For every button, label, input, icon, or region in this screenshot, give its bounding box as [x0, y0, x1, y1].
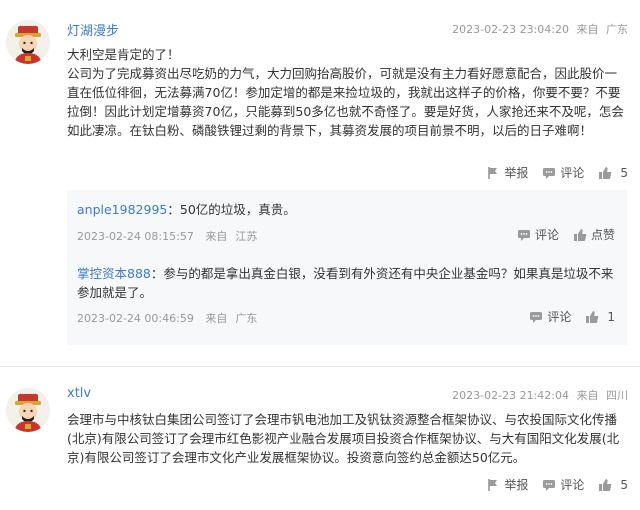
reply-list: anple1982995：50亿的垃圾，真贵。 2023-02-24 08:15…	[67, 190, 627, 345]
reply-location: 广东	[235, 312, 258, 325]
post-content-body: 公司为了完成募资出尽吃奶的力气，大力回购抬高股价，可就是没有主力看好愿意配合，因…	[67, 66, 624, 138]
report-label: 举报	[504, 478, 529, 492]
report-button[interactable]: 举报	[486, 164, 528, 181]
reply-meta: 2023-02-24 08:15:57 来自 江苏	[77, 228, 265, 244]
reply-item: anple1982995：50亿的垃圾，真贵。 2023-02-24 08:15…	[67, 200, 627, 260]
caishen-avatar-icon	[6, 20, 50, 64]
post-meta: 2023-02-23 21:42:04 来自 四川	[448, 387, 628, 403]
avatar[interactable]	[6, 388, 50, 432]
comment-bubble-icon	[543, 167, 556, 179]
thumbs-up-icon	[599, 478, 612, 491]
post-username[interactable]: xtlv	[67, 386, 91, 401]
like-button[interactable]: 5	[598, 478, 628, 492]
comment-label: 评论	[560, 166, 585, 180]
post-actions: 举报 评论 5	[472, 164, 628, 181]
reply-source-prefix: 来自	[205, 312, 228, 325]
reply-comment-label: 评论	[534, 228, 559, 242]
caishen-avatar-icon	[6, 388, 50, 432]
reply-separator: ：	[167, 202, 180, 217]
report-label: 举报	[504, 166, 529, 180]
reply-meta: 2023-02-24 00:46:59 来自 广东	[77, 310, 265, 326]
reply-like-button[interactable]: 1	[585, 310, 615, 324]
thumbs-up-icon	[586, 310, 599, 323]
comment-label: 评论	[560, 478, 585, 492]
reply-like-label: 点赞	[590, 228, 615, 242]
like-count: 5	[620, 165, 628, 180]
reply-username[interactable]: 掌控资本888	[77, 266, 151, 281]
avatar[interactable]	[6, 20, 50, 64]
post-location: 四川	[606, 389, 628, 402]
post-content-line1: 大利空是肯定的了！	[67, 47, 180, 62]
like-button[interactable]: 5	[598, 166, 628, 180]
reply-comment-button[interactable]: 评论	[529, 308, 571, 325]
post-source-prefix: 来自	[576, 23, 599, 36]
flag-icon	[488, 478, 498, 491]
post-actions: 举报 评论 5	[472, 476, 628, 493]
comment-bubble-icon	[543, 479, 556, 491]
post-content-body: 会理市与中核钛白集团公司签订了会理市钒电池加工及钒钛资源整合框架协议、与农投国际…	[67, 412, 620, 465]
post-datetime: 2023-02-23 21:42:04	[452, 389, 569, 402]
reply-like-button[interactable]: 点赞	[573, 226, 615, 243]
reply-actions: 评论 1	[515, 308, 615, 325]
report-button[interactable]: 举报	[486, 476, 528, 493]
post-username[interactable]: 灯湖漫步	[67, 20, 119, 39]
thumbs-up-icon	[573, 228, 587, 241]
reply-like-count: 1	[607, 309, 615, 324]
post-item: 灯湖漫步 2023-02-23 23:04:20 来自 广东 大利空是肯定的了！…	[0, 0, 640, 362]
reply-source-prefix: 来自	[205, 230, 228, 243]
reply-datetime: 2023-02-24 08:15:57	[77, 230, 194, 243]
post-content: 大利空是肯定的了！ 公司为了完成募资出尽吃奶的力气，大力回购抬高股价，可就是没有…	[67, 45, 627, 140]
comment-button[interactable]: 评论	[542, 476, 584, 493]
comment-bubble-icon	[517, 229, 530, 241]
post-location: 广东	[606, 23, 628, 36]
thumbs-up-icon	[599, 166, 612, 179]
comment-bubble-icon	[530, 311, 543, 323]
reply-text: 50亿的垃圾，真贵。	[179, 202, 296, 217]
post-item: xtlv 2023-02-23 21:42:04 来自 四川 会理市与中核钛白集…	[0, 370, 640, 510]
post-source-prefix: 来自	[576, 389, 599, 402]
flag-icon	[488, 166, 498, 179]
reply-separator: ：	[150, 266, 164, 281]
reply-datetime: 2023-02-24 00:46:59	[77, 312, 194, 325]
post-meta: 2023-02-23 23:04:20 来自 广东	[448, 21, 628, 37]
comment-button[interactable]: 评论	[542, 164, 584, 181]
reply-actions: 评论 点赞	[503, 226, 615, 243]
reply-location: 江苏	[235, 230, 258, 243]
reply-item: 掌控资本888：参与的都是拿出真金白银，没看到有外资还有中央企业基金吗？如果真是…	[67, 264, 627, 344]
reply-comment-button[interactable]: 评论	[517, 226, 559, 243]
post-datetime: 2023-02-23 23:04:20	[452, 23, 569, 36]
reply-comment-label: 评论	[547, 310, 572, 324]
post-content: 会理市与中核钛白集团公司签订了会理市钒电池加工及钒钛资源整合框架协议、与农投国际…	[67, 410, 627, 467]
reply-username[interactable]: anple1982995	[77, 202, 167, 217]
post-divider	[0, 366, 640, 367]
like-count: 5	[620, 477, 628, 492]
